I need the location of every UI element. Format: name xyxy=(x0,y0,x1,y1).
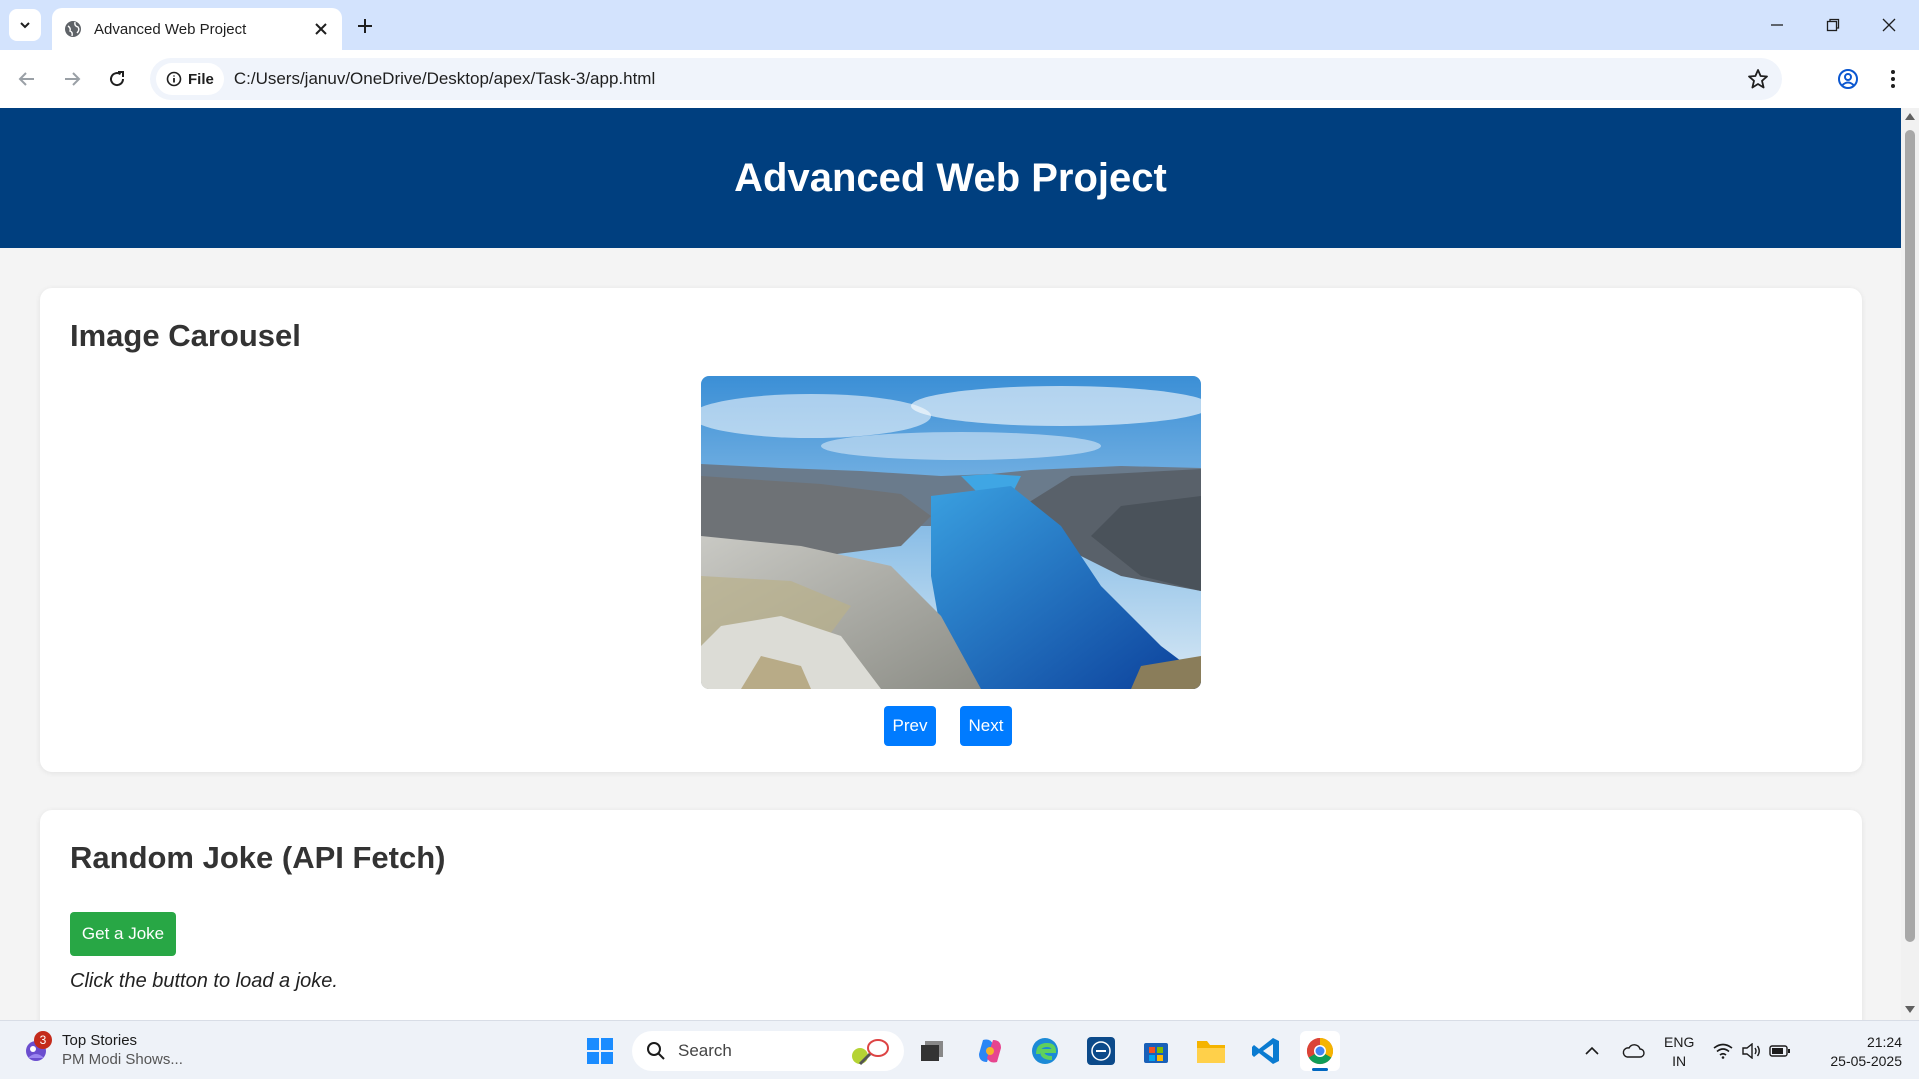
get-joke-button[interactable]: Get a Joke xyxy=(70,912,176,956)
taskbar: 3 Top Stories PM Modi Shows... Search EN… xyxy=(0,1020,1919,1079)
star-icon[interactable] xyxy=(1746,67,1770,91)
profile-button[interactable] xyxy=(1833,64,1863,94)
copilot-icon xyxy=(979,1039,1001,1063)
language-indicator[interactable]: ENG IN xyxy=(1664,1033,1694,1071)
dell-app-button[interactable] xyxy=(1081,1031,1121,1071)
dell-icon xyxy=(1087,1037,1115,1065)
globe-icon xyxy=(65,21,81,37)
edge-button[interactable] xyxy=(1025,1031,1065,1071)
arrow-right-icon xyxy=(65,72,81,86)
forward-button[interactable] xyxy=(57,64,87,94)
url-text[interactable]: C:/Users/januv/OneDrive/Desktop/apex/Tas… xyxy=(234,69,1746,89)
copilot-button[interactable] xyxy=(970,1031,1010,1071)
menu-button[interactable] xyxy=(1878,64,1908,94)
joke-heading: Random Joke (API Fetch) xyxy=(70,840,446,875)
cloud-icon xyxy=(1622,1044,1645,1058)
file-explorer-button[interactable] xyxy=(1191,1031,1231,1071)
restore-button[interactable] xyxy=(1805,0,1861,50)
arrow-left-icon xyxy=(18,72,34,86)
active-indicator xyxy=(1312,1068,1328,1071)
quick-settings-button[interactable] xyxy=(1708,1031,1796,1071)
windows-icon xyxy=(587,1038,613,1064)
carousel-heading: Image Carousel xyxy=(70,318,301,353)
profile-icon xyxy=(1838,69,1858,89)
joke-card: Random Joke (API Fetch) Get a Joke Click… xyxy=(40,810,1862,1020)
wifi-icon xyxy=(1713,1043,1733,1059)
onedrive-button[interactable] xyxy=(1613,1031,1653,1071)
carousel-image xyxy=(701,376,1201,689)
close-icon[interactable] xyxy=(312,20,330,38)
address-bar[interactable]: File C:/Users/januv/OneDrive/Desktop/ape… xyxy=(150,58,1782,100)
task-view-icon xyxy=(921,1041,943,1061)
language-code: ENG xyxy=(1664,1034,1695,1050)
clock-date: 25-05-2025 xyxy=(1830,1053,1902,1069)
news-badge: 3 xyxy=(34,1031,52,1049)
close-icon xyxy=(1882,18,1896,32)
tennis-icon xyxy=(852,1039,889,1066)
language-region: IN xyxy=(1672,1053,1687,1069)
store-icon xyxy=(1144,1043,1168,1063)
clock[interactable]: 21:24 25-05-2025 xyxy=(1810,1033,1902,1071)
weather-news-icon: 3 xyxy=(22,1031,52,1064)
edge-icon xyxy=(1032,1038,1058,1064)
scroll-up-icon[interactable] xyxy=(1905,112,1915,120)
site-info-chip[interactable]: File xyxy=(156,63,224,95)
chevron-up-icon xyxy=(1585,1046,1599,1055)
page-header: Advanced Web Project xyxy=(0,108,1901,248)
tab-strip: Advanced Web Project xyxy=(0,0,1919,50)
tray-overflow-button[interactable] xyxy=(1572,1031,1612,1071)
news-subtitle: PM Modi Shows... xyxy=(62,1051,183,1068)
chrome-button[interactable] xyxy=(1300,1031,1340,1071)
info-icon xyxy=(166,71,182,87)
chrome-icon xyxy=(1306,1037,1334,1065)
carousel-card: Image Carousel Prev Next xyxy=(40,288,1862,772)
close-window-button[interactable] xyxy=(1861,0,1917,50)
page-title: Advanced Web Project xyxy=(734,155,1167,200)
chevron-down-icon xyxy=(20,22,30,29)
battery-icon xyxy=(1769,1045,1790,1057)
prev-button[interactable]: Prev xyxy=(884,706,936,746)
browser-toolbar: File C:/Users/januv/OneDrive/Desktop/ape… xyxy=(0,50,1919,108)
scroll-thumb[interactable] xyxy=(1905,130,1915,942)
vscode-button[interactable] xyxy=(1246,1031,1286,1071)
tab-title: Advanced Web Project xyxy=(94,20,247,38)
news-widget[interactable]: 3 Top Stories PM Modi Shows... xyxy=(22,1031,183,1069)
next-button[interactable]: Next xyxy=(960,706,1012,746)
reload-icon xyxy=(110,71,125,87)
start-button[interactable] xyxy=(580,1031,620,1071)
search-label: Search xyxy=(678,1041,732,1060)
more-vertical-icon xyxy=(1891,70,1895,88)
restore-icon xyxy=(1826,18,1840,32)
page-scrollbar[interactable] xyxy=(1901,108,1919,1020)
minimize-button[interactable] xyxy=(1749,0,1805,50)
scroll-down-icon[interactable] xyxy=(1905,1006,1915,1014)
browser-tab[interactable]: Advanced Web Project xyxy=(52,8,342,50)
minimize-icon xyxy=(1771,24,1783,26)
tab-search-button[interactable] xyxy=(9,9,41,41)
plus-icon xyxy=(358,19,372,33)
back-button[interactable] xyxy=(12,64,42,94)
store-button[interactable] xyxy=(1136,1031,1176,1071)
clock-time: 21:24 xyxy=(1866,1034,1902,1050)
page-viewport: Advanced Web Project Image Carousel Prev… xyxy=(0,108,1901,1020)
news-title: Top Stories xyxy=(62,1032,138,1049)
folder-icon xyxy=(1197,1041,1225,1063)
site-info-label: File xyxy=(188,70,214,88)
joke-text: Click the button to load a joke. xyxy=(70,970,338,992)
task-view-button[interactable] xyxy=(912,1031,952,1071)
vscode-icon xyxy=(1252,1038,1279,1064)
new-tab-button[interactable] xyxy=(352,13,378,39)
reload-button[interactable] xyxy=(102,64,132,94)
volume-icon xyxy=(1742,1043,1760,1059)
taskbar-search[interactable]: Search xyxy=(632,1031,904,1071)
search-icon xyxy=(647,1042,665,1060)
